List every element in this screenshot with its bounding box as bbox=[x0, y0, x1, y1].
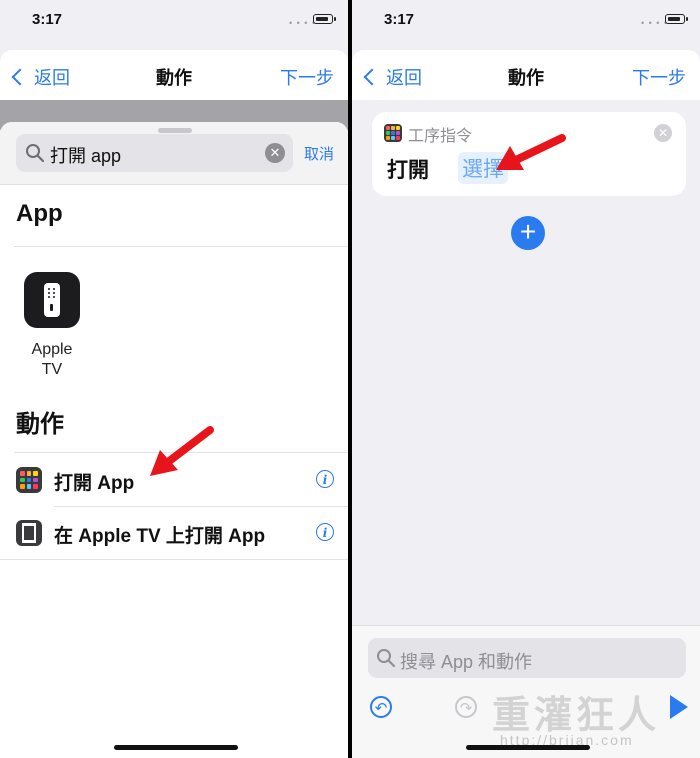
status-bar: 3:17 • • • • bbox=[0, 0, 348, 44]
play-icon[interactable] bbox=[670, 695, 688, 719]
battery-icon bbox=[665, 14, 688, 24]
status-time: 3:17 bbox=[32, 11, 63, 28]
action-row-open-app-on-apple-tv[interactable]: 在 Apple TV 上打開 App i bbox=[0, 507, 348, 559]
search-placeholder: 搜尋 App 和動作 bbox=[400, 652, 533, 672]
red-arrow-annotation bbox=[150, 426, 214, 476]
status-bar: 3:17 • • • • bbox=[352, 0, 700, 44]
card-caption: 工序指令 bbox=[408, 128, 473, 145]
search-value: 打開 app bbox=[50, 146, 122, 166]
undo-icon[interactable]: ↶ bbox=[370, 696, 392, 718]
clear-search-icon[interactable]: ✕ bbox=[265, 143, 285, 163]
apple-tv-remote-icon[interactable] bbox=[24, 272, 80, 328]
bottom-toolbar: 搜尋 App 和動作 ↶ ↷ 重灌狂人 http://briian.com bbox=[352, 625, 700, 758]
section-header-actions: 動作 bbox=[16, 411, 64, 438]
home-indicator bbox=[114, 745, 238, 750]
info-icon[interactable]: i bbox=[316, 470, 334, 488]
remove-action-icon[interactable]: ✕ bbox=[654, 124, 672, 142]
right-screen: 3:17 • • • • 返回 動作 下一步 工序指令 ✕ 打開 選擇 + 搜尋… bbox=[352, 0, 700, 758]
app-label-line-2: TV bbox=[41, 361, 63, 378]
next-button[interactable]: 下一步 bbox=[280, 64, 334, 90]
card-verb: 打開 bbox=[387, 159, 429, 182]
red-arrow-annotation bbox=[496, 134, 566, 170]
action-label: 在 Apple TV 上打開 App bbox=[54, 526, 266, 547]
search-icon bbox=[377, 649, 396, 668]
search-input[interactable]: 打開 app ✕ bbox=[16, 134, 293, 172]
navigation-bar: 返回 動作 下一步 bbox=[0, 50, 348, 100]
redo-icon[interactable]: ↷ bbox=[455, 696, 477, 718]
status-time: 3:17 bbox=[384, 11, 415, 28]
info-icon[interactable]: i bbox=[316, 523, 334, 541]
app-grid-icon bbox=[384, 124, 402, 142]
divider bbox=[0, 559, 348, 560]
divider bbox=[14, 246, 348, 247]
search-icon bbox=[26, 144, 45, 163]
section-header-apps: App bbox=[16, 200, 63, 227]
sheet-search-header: 打開 app ✕ 取消 bbox=[0, 122, 348, 185]
watermark-logo: 重灌狂人 bbox=[492, 692, 661, 737]
left-screen: 3:17 • • • • 返回 動作 下一步 打開 app ✕ 取消 App A… bbox=[0, 0, 348, 758]
sheet-grabber[interactable] bbox=[158, 128, 192, 133]
add-action-button[interactable]: + bbox=[511, 216, 545, 250]
shortcut-editor-canvas: 工序指令 ✕ 打開 選擇 + bbox=[352, 100, 700, 625]
app-grid-icon bbox=[16, 467, 42, 493]
app-label-apple-tv[interactable]: Apple TV bbox=[20, 340, 84, 380]
search-apps-and-actions-input[interactable]: 搜尋 App 和動作 bbox=[368, 638, 686, 678]
film-icon bbox=[16, 520, 42, 546]
home-indicator bbox=[466, 745, 590, 750]
battery-icon bbox=[313, 14, 336, 24]
app-label-line-1: Apple bbox=[31, 341, 73, 358]
cancel-button[interactable]: 取消 bbox=[304, 143, 334, 164]
next-button[interactable]: 下一步 bbox=[632, 64, 686, 90]
action-label: 打開 App bbox=[54, 473, 135, 494]
navigation-bar: 返回 動作 下一步 bbox=[352, 50, 700, 100]
